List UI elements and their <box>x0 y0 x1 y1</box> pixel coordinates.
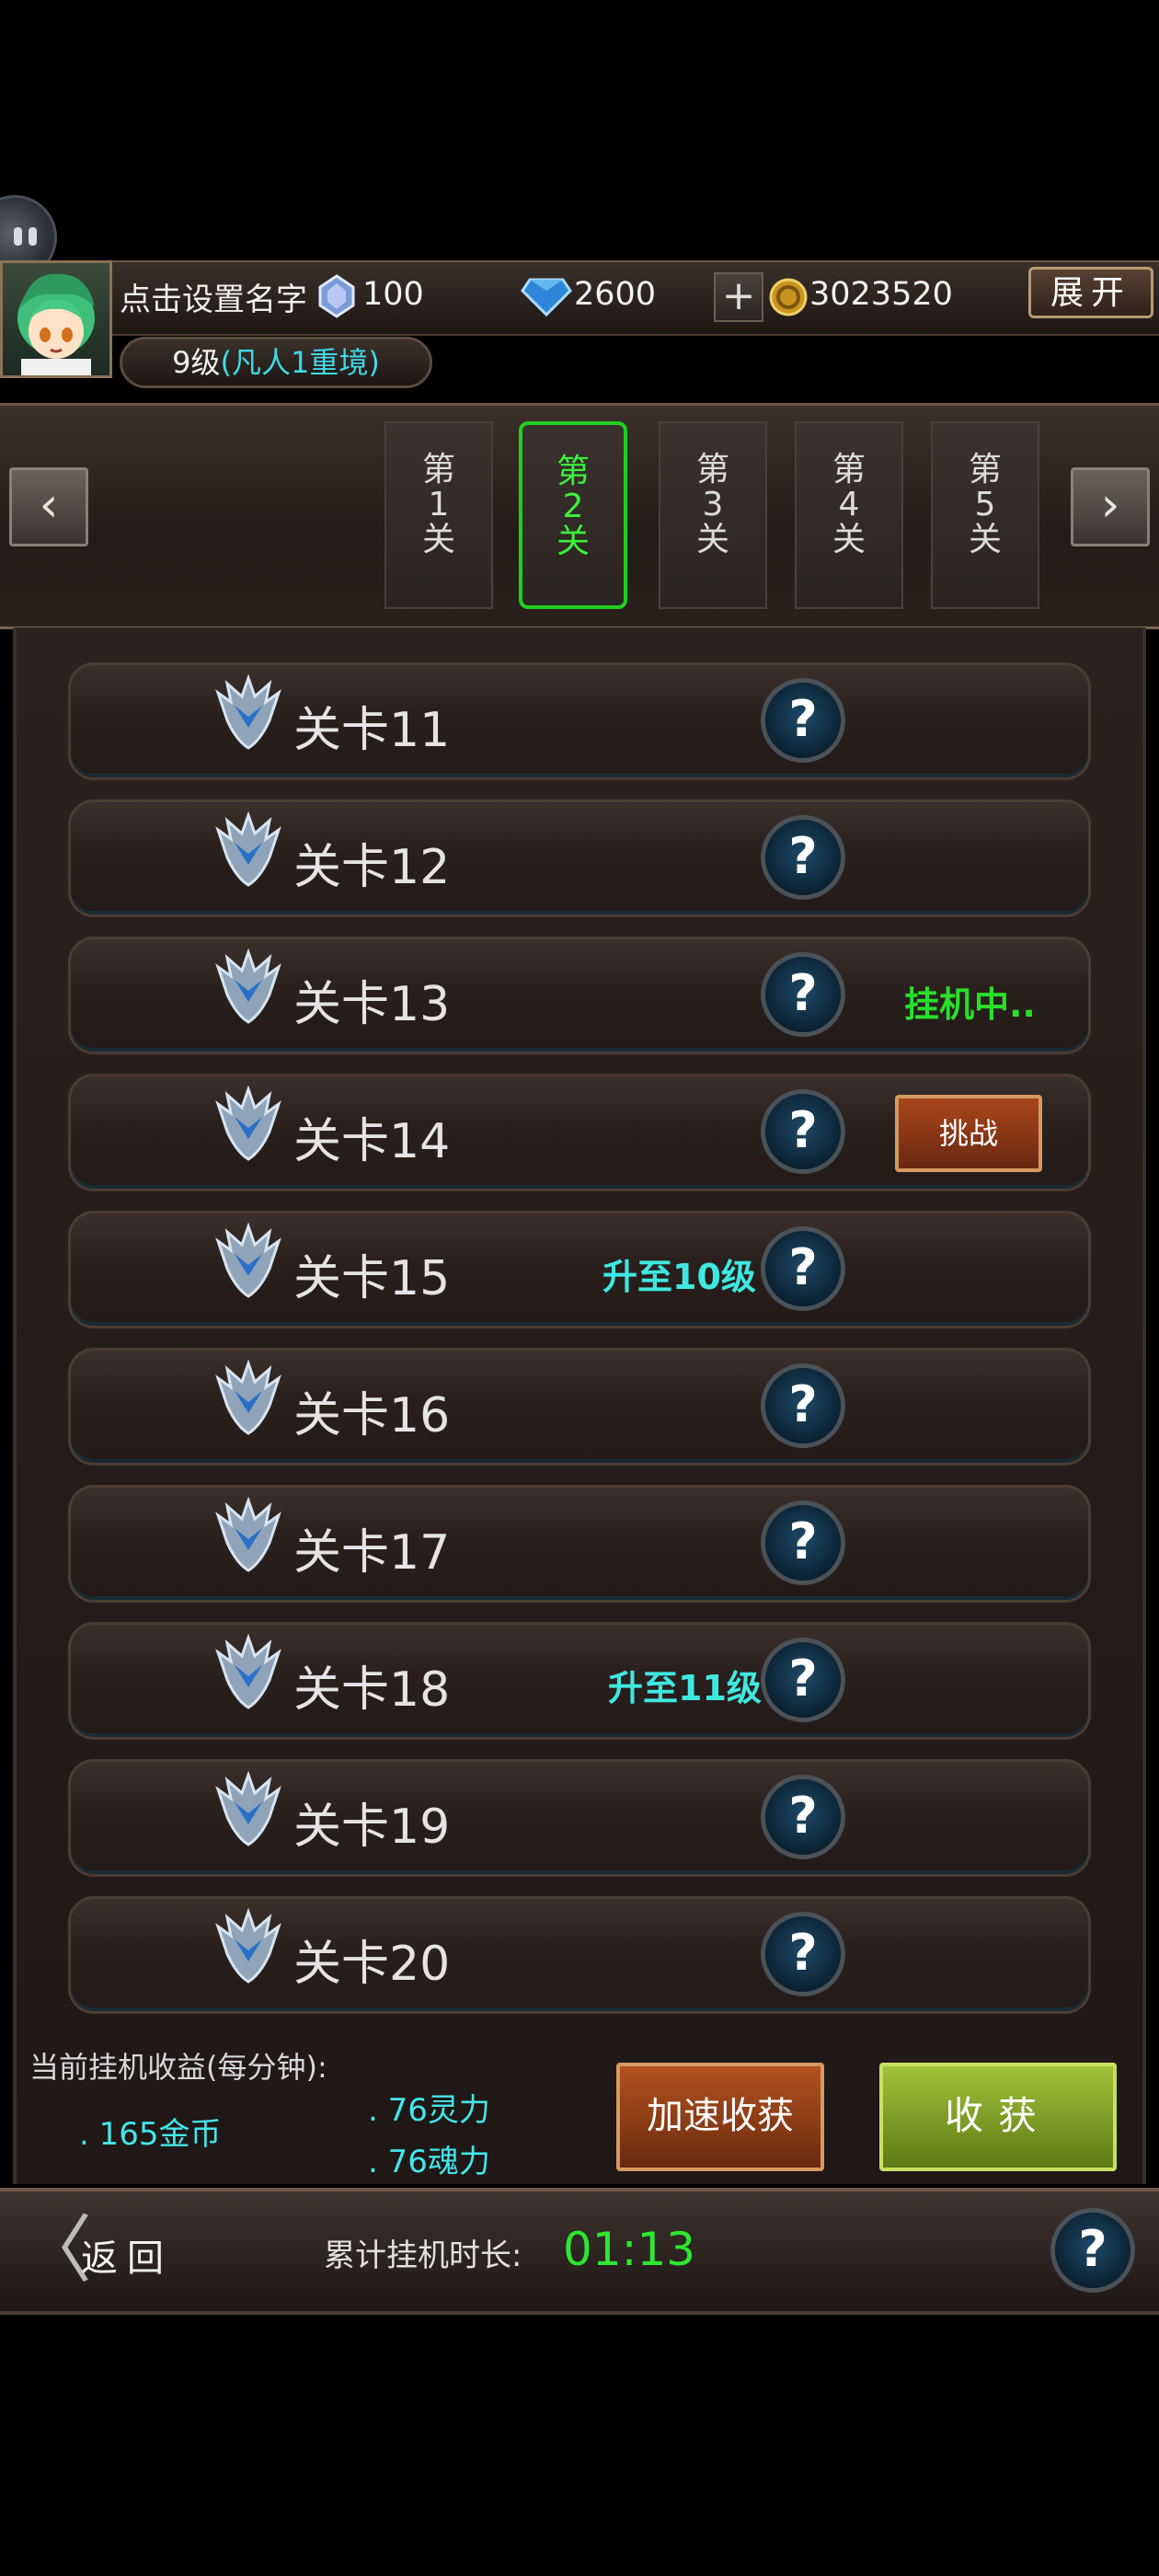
gold-coin-icon <box>769 278 808 316</box>
soul-gain-text: . 76魂力 <box>368 2144 490 2180</box>
prev-chapter-button[interactable]: ‹ <box>9 467 88 546</box>
stage-row[interactable]: 关卡18 升至11级 ? <box>68 1622 1091 1740</box>
help-icon[interactable]: ? <box>761 1226 845 1311</box>
challenge-button[interactable]: 挑战 <box>895 1095 1042 1172</box>
spirit-gain-text: . 76灵力 <box>368 2092 490 2129</box>
shield-wing-icon <box>214 1907 282 1985</box>
tab-chapter-3[interactable]: 第 3 关 <box>659 421 767 609</box>
stage-row[interactable]: 关卡12 ? <box>68 799 1091 917</box>
stage-label: 关卡17 <box>293 1525 451 1581</box>
stage-label: 关卡14 <box>293 1114 451 1169</box>
stage-label: 关卡13 <box>293 977 451 1032</box>
shield-wing-icon <box>214 1085 282 1163</box>
stage-row[interactable]: 关卡14 ? 挑战 <box>68 1074 1091 1191</box>
unlock-requirement-text: 升至10级 <box>602 1257 756 1297</box>
realm-text: (凡人1重境) <box>220 345 380 380</box>
shield-wing-icon <box>214 1496 282 1574</box>
help-icon[interactable]: ? <box>1050 2208 1135 2293</box>
help-icon[interactable]: ? <box>761 1775 845 1859</box>
stage-row[interactable]: 关卡11 ? <box>68 662 1091 780</box>
shield-wing-icon <box>214 948 282 1026</box>
help-icon[interactable]: ? <box>761 1912 845 1996</box>
stage-label: 关卡19 <box>293 1800 451 1855</box>
help-icon[interactable]: ? <box>761 815 845 900</box>
stage-row[interactable]: 关卡13 ? 挂机中.. <box>68 937 1091 1054</box>
stage-row[interactable]: 关卡20 ? <box>68 1896 1091 2014</box>
help-icon[interactable]: ? <box>761 1501 845 1585</box>
idle-time-value: 01:13 <box>563 2223 696 2276</box>
stage-label: 关卡16 <box>293 1388 451 1443</box>
idle-status-text: 挂机中.. <box>904 984 1036 1025</box>
help-icon[interactable]: ? <box>761 1363 845 1448</box>
stage-label: 关卡12 <box>293 840 451 895</box>
idle-time-label: 累计挂机时长: <box>324 2237 522 2274</box>
add-gold-button[interactable]: + <box>714 272 763 322</box>
tab-chapter-2[interactable]: 第 2 关 <box>519 421 627 609</box>
stage-row[interactable]: 关卡16 ? <box>68 1348 1091 1466</box>
level-badge: 9级(凡人1重境) <box>120 337 432 388</box>
player-name-label[interactable]: 点击设置名字 <box>120 274 307 319</box>
idle-earnings-title: 当前挂机收益(每分钟): <box>29 2050 327 2085</box>
help-icon[interactable]: ? <box>761 678 845 763</box>
diamond-icon <box>521 276 572 317</box>
shield-wing-icon <box>214 1222 282 1300</box>
crystal-count: 100 <box>362 276 424 313</box>
shield-wing-icon <box>214 1359 282 1437</box>
back-label[interactable]: 返回 <box>81 2228 173 2282</box>
stage-label: 关卡11 <box>293 703 451 758</box>
shield-wing-icon <box>214 1633 282 1711</box>
expand-button[interactable]: 展开 <box>1028 267 1153 318</box>
avatar[interactable] <box>0 260 112 378</box>
shield-wing-icon <box>214 1770 282 1848</box>
crystal-icon <box>316 274 357 318</box>
help-icon[interactable]: ? <box>761 952 845 1037</box>
help-icon[interactable]: ? <box>761 1089 845 1174</box>
gold-gain-text: . 165金币 <box>79 2116 222 2153</box>
speed-up-harvest-button[interactable]: 加速收获 <box>616 2063 824 2171</box>
tab-chapter-1[interactable]: 第 1 关 <box>384 421 493 609</box>
shield-wing-icon <box>214 673 282 752</box>
gold-count: 3023520 <box>809 276 953 313</box>
tab-chapter-4[interactable]: 第 4 关 <box>795 421 903 609</box>
unlock-requirement-text: 升至11级 <box>608 1668 762 1708</box>
stage-label: 关卡18 <box>293 1662 451 1718</box>
next-chapter-button[interactable]: › <box>1071 467 1150 546</box>
chevron-left-icon: ‹ <box>39 477 59 533</box>
diamond-count: 2600 <box>574 276 657 313</box>
stage-label: 关卡15 <box>293 1251 451 1306</box>
shield-wing-icon <box>214 811 282 889</box>
level-text: 9级 <box>172 345 221 380</box>
chevron-right-icon: › <box>1100 477 1120 533</box>
stage-row[interactable]: 关卡15 升至10级 ? <box>68 1211 1091 1328</box>
help-icon[interactable]: ? <box>761 1638 845 1722</box>
harvest-button[interactable]: 收获 <box>879 2063 1117 2171</box>
tab-chapter-5[interactable]: 第 5 关 <box>931 421 1039 609</box>
stage-row[interactable]: 关卡17 ? <box>68 1485 1091 1603</box>
stage-row[interactable]: 关卡19 ? <box>68 1759 1091 1877</box>
stage-label: 关卡20 <box>293 1937 451 1992</box>
